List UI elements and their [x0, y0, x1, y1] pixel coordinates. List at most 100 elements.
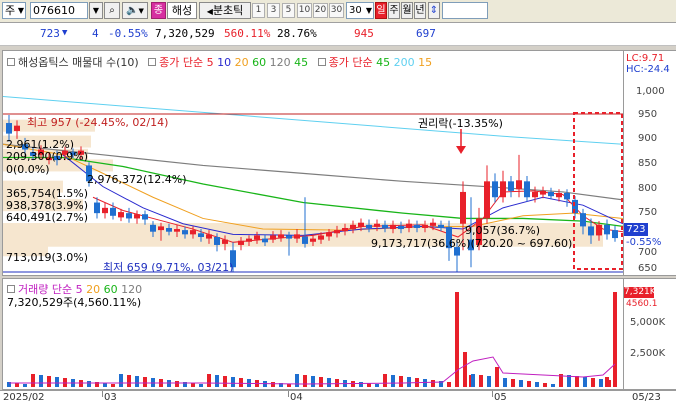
candle-up — [484, 181, 490, 219]
volume-bar — [543, 383, 547, 387]
axis-tick: 900 — [638, 133, 658, 144]
candle-up — [318, 235, 324, 240]
candle-up — [270, 235, 276, 240]
legend-ma-label: 종가 단순 — [159, 56, 204, 69]
candle-up — [14, 125, 20, 131]
date-axis[interactable]: 2025/02 03 04 05 05/23 — [0, 390, 676, 409]
interval-20[interactable]: 20 — [313, 3, 328, 18]
period-intraday-button[interactable]: ◀분초틱 — [199, 2, 251, 19]
company-name[interactable]: 해성 — [167, 2, 197, 19]
date-tick — [102, 391, 103, 397]
price-chart-panel[interactable]: 해성옵틱스 매물대 수(10) 종가 단순 5 10 20 60 120 45 … — [2, 50, 624, 276]
count-input[interactable] — [442, 2, 488, 19]
code-dropdown-button[interactable]: ▼ — [89, 2, 103, 19]
volume-bar — [295, 374, 299, 387]
interval-select[interactable]: 30 ▼ — [346, 2, 374, 19]
legend-title: 해성옵틱스 매물대 수(10) — [18, 56, 139, 69]
candle-up — [516, 180, 522, 190]
candle-up — [238, 240, 244, 245]
interval-10[interactable]: 10 — [297, 3, 312, 18]
axis-tick: 650 — [638, 263, 658, 274]
vol-axis-tick: 2,500K — [630, 348, 666, 359]
period-year-button[interactable]: 년 — [414, 2, 426, 19]
volume-bar — [335, 379, 339, 387]
period-week-button[interactable]: 주 — [388, 2, 400, 19]
volume-bar — [311, 376, 315, 387]
interval-3[interactable]: 3 — [267, 3, 280, 18]
volume-bar — [239, 378, 243, 387]
volume-bar — [23, 384, 27, 387]
candle-down — [588, 226, 594, 236]
volume-bar — [511, 379, 515, 387]
interval-5[interactable]: 5 — [282, 3, 295, 18]
volume-bar — [303, 375, 307, 387]
candle-down — [6, 123, 12, 134]
period-month-button[interactable]: 월 — [401, 2, 413, 19]
candle-up — [134, 214, 140, 219]
volume-bar — [319, 377, 323, 387]
low-annotation: 최저 659 (9.71%, 03/21) — [103, 261, 234, 274]
candle-up — [406, 223, 412, 228]
volume-bar — [519, 380, 523, 387]
candle-down — [150, 224, 156, 232]
candle-down — [262, 238, 268, 243]
volume-bar — [127, 375, 131, 387]
volume-bar — [223, 376, 227, 387]
candle-up — [174, 229, 180, 232]
candle-up — [430, 222, 436, 226]
market-type-label: 주 — [5, 4, 16, 17]
volume-bar — [551, 384, 555, 387]
candle-up — [334, 230, 340, 234]
legend-square-icon — [148, 58, 157, 66]
volume-bar — [607, 380, 611, 387]
sort-arrows-button[interactable]: ⇕ — [428, 2, 440, 19]
search-icon: ⌕ — [109, 5, 115, 16]
legend-ma5: 5 — [206, 56, 214, 69]
legend-square-icon — [7, 58, 15, 66]
date-label: 03 — [104, 392, 117, 403]
volume-bar — [327, 378, 331, 387]
candle-up — [326, 232, 332, 237]
volume-axis[interactable]: 7,321K 4560.1 5,000K 2,500K — [624, 278, 676, 390]
candle-up — [278, 234, 284, 238]
volume-bar — [495, 367, 499, 387]
stock-code-input[interactable]: 076610 — [30, 2, 88, 19]
search-button[interactable]: ⌕ — [104, 2, 120, 19]
volume-bar — [39, 375, 43, 387]
candle-up — [500, 181, 506, 198]
volume-bar — [271, 382, 275, 387]
interval-30[interactable]: 30 — [329, 3, 344, 18]
candle-down — [126, 213, 132, 219]
market-type-select[interactable]: 주 ▼ — [2, 2, 26, 19]
volume-bar — [119, 374, 123, 387]
candle-up — [532, 191, 538, 198]
candle-down — [382, 224, 388, 228]
volume-bar — [143, 377, 147, 387]
date-label: 04 — [290, 392, 303, 403]
candle-up — [254, 235, 260, 240]
date-label: 05 — [494, 392, 507, 403]
candle-down — [524, 181, 530, 198]
volume-bar — [575, 376, 579, 387]
legend-square-icon — [317, 58, 326, 66]
date-tick — [288, 391, 289, 397]
volume-bar — [215, 375, 219, 387]
volume-bar — [447, 382, 451, 387]
profile-label: 209,300(0.9%) — [6, 150, 89, 163]
candle-up — [294, 234, 300, 239]
volume-bar — [591, 378, 595, 387]
candle-down — [94, 202, 100, 214]
candle-down — [604, 224, 610, 235]
period-day-button[interactable]: 일 — [375, 2, 387, 19]
candle-down — [414, 224, 420, 228]
high-annotation: 최고 957 (-24.45%, 02/14) — [27, 116, 169, 129]
price-axis[interactable]: LC:9.71 HC:-24.4 1,000 950 900 850 800 7… — [624, 50, 676, 276]
candle-up — [118, 212, 124, 218]
candle-up — [350, 224, 356, 230]
volume-chart-panel[interactable]: 거래량 단순 5 20 60 120 7,320,529주(4,560.11%) — [2, 278, 624, 390]
volume-bar — [431, 380, 435, 387]
speaker-button[interactable]: 🔈▼ — [122, 2, 148, 19]
volume-bar — [111, 384, 115, 387]
interval-1[interactable]: 1 — [252, 3, 265, 18]
volume-bar — [583, 377, 587, 387]
